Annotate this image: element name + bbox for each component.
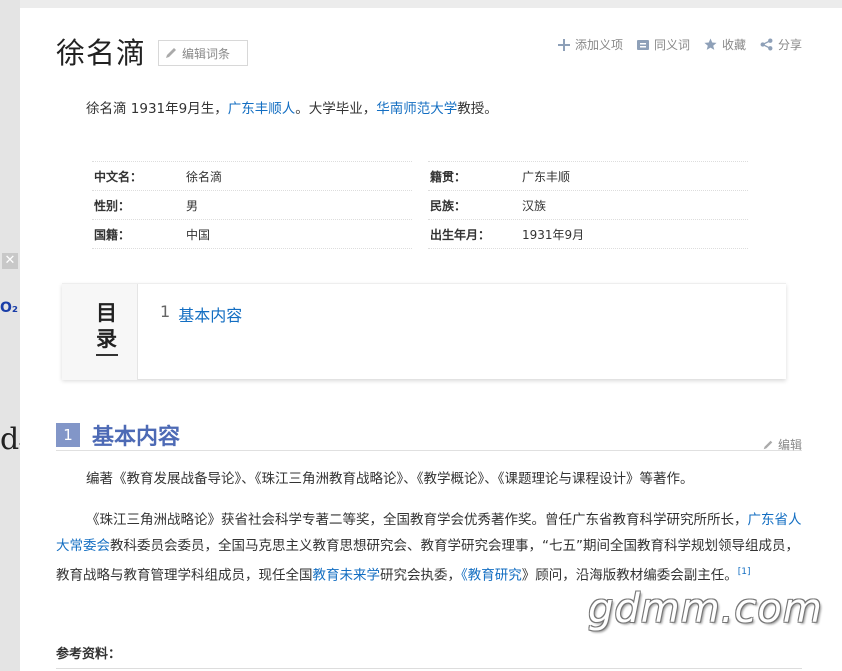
info-value: 徐名滴 bbox=[186, 169, 223, 184]
toc-item[interactable]: 1 基本内容 bbox=[160, 302, 242, 326]
info-name: 籍贯： bbox=[430, 169, 467, 184]
references-label: 参考资料： bbox=[56, 647, 122, 662]
references-divider bbox=[56, 668, 802, 669]
side-close-icon[interactable]: ✕ bbox=[2, 253, 18, 269]
info-row: 中文名： 徐名滴 bbox=[92, 162, 412, 191]
left-background bbox=[0, 0, 20, 671]
edit-entry-button[interactable]: 编辑词条 bbox=[158, 40, 249, 66]
section-number: 1 bbox=[56, 423, 80, 447]
section-edit-label: 编辑 bbox=[777, 438, 802, 452]
info-name: 中文名： bbox=[94, 169, 143, 184]
basic-info-left-column: 中文名： 徐名滴 性别： 男 国籍： 中国 bbox=[92, 161, 412, 249]
native-place-link[interactable]: 广东丰顺 bbox=[522, 168, 570, 185]
toc-head: 目 录 bbox=[62, 284, 138, 380]
info-row: 国籍： 中国 bbox=[92, 220, 412, 249]
title-row: 徐名滴 编辑词条 bbox=[56, 30, 249, 72]
info-row: 性别： 男 bbox=[92, 191, 412, 220]
section-edit-button[interactable]: 编辑 bbox=[762, 436, 802, 453]
plus-icon bbox=[557, 38, 570, 51]
edit-entry-label: 编辑词条 bbox=[182, 46, 231, 61]
toc-title-underline bbox=[96, 354, 118, 356]
share-icon bbox=[760, 38, 773, 51]
info-name: 民族： bbox=[430, 198, 467, 213]
collect-label: 收藏 bbox=[721, 38, 746, 52]
info-name: 国籍： bbox=[94, 227, 131, 242]
lead-text: 。大学毕业， bbox=[295, 101, 377, 117]
synonym-icon bbox=[636, 39, 649, 50]
star-icon bbox=[704, 38, 717, 50]
page-title: 徐名滴 bbox=[56, 36, 147, 70]
lead-text: 徐名滴 1931年9月生， bbox=[86, 101, 228, 117]
content-paragraph: 编著《教育发展战备导论》、《珠江三角洲教育战略论》、《教学概论》、《课题理论与课… bbox=[86, 471, 694, 487]
share-button[interactable]: 分享 bbox=[760, 36, 802, 53]
paragraph-text: 》顾问，沿海版教材编委会副主任。 bbox=[521, 567, 738, 584]
info-name: 出生年月： bbox=[430, 227, 491, 242]
reference-marker[interactable]: [1] bbox=[738, 567, 751, 577]
site-watermark: gdmm.com bbox=[588, 586, 823, 632]
journal-bracket-open[interactable]: 《 bbox=[461, 568, 468, 584]
basic-info-right-column: 籍贯： 广东丰顺 民族： 汉族 出生年月： 1931年9月 bbox=[428, 161, 748, 249]
top-actions: 添加义项 同义词 收藏 分享 bbox=[557, 36, 802, 53]
add-meaning-button[interactable]: 添加义项 bbox=[557, 36, 623, 53]
lead-summary: 徐名滴 1931年9月生，广东丰顺人。大学毕业，华南师范大学教授。 bbox=[86, 97, 498, 117]
info-value: 1931年9月 bbox=[522, 227, 585, 242]
entry-page: 徐名滴 编辑词条 添加义项 同义词 收藏 分享 徐名滴 1931年9月生，广东丰… bbox=[20, 8, 842, 671]
lead-text: 教授。 bbox=[457, 101, 498, 117]
share-label: 分享 bbox=[777, 38, 802, 52]
paragraph-text: 《珠江三角洲战略论》获省社会科学专著二等奖，全国教育学会优秀著作奖。曾任广东省教… bbox=[86, 512, 748, 528]
toc-title: 目 录 bbox=[96, 300, 120, 356]
toc-item-number: 1 bbox=[160, 302, 171, 321]
info-value: 中国 bbox=[186, 227, 211, 242]
content-paragraph: 《珠江三角洲战略论》获省社会科学专著二等奖，全国教育学会优秀著作奖。曾任广东省教… bbox=[56, 507, 802, 589]
hometown-link[interactable]: 广东丰顺人 bbox=[228, 101, 296, 117]
info-name: 性别： bbox=[94, 198, 131, 213]
info-row: 民族： 汉族 bbox=[428, 191, 748, 220]
futurology-link[interactable]: 教育未来学 bbox=[313, 568, 381, 584]
toc-item-link[interactable]: 基本内容 bbox=[178, 302, 242, 326]
side-ad-fragment: O₂ bbox=[0, 300, 19, 316]
toc-title-line: 录 bbox=[96, 327, 117, 351]
section-header: 1 基本内容 编辑 bbox=[56, 420, 802, 453]
pencil-icon bbox=[166, 48, 177, 58]
table-of-contents: 目 录 1 基本内容 bbox=[62, 283, 786, 380]
section-title: 基本内容 bbox=[92, 425, 181, 450]
info-row: 籍贯： 广东丰顺 bbox=[428, 162, 748, 191]
paragraph-text: 研究会执委， bbox=[380, 567, 461, 584]
synonym-button[interactable]: 同义词 bbox=[636, 36, 690, 53]
add-meaning-label: 添加义项 bbox=[574, 38, 623, 52]
synonym-label: 同义词 bbox=[653, 38, 690, 52]
info-row: 出生年月： 1931年9月 bbox=[428, 220, 748, 249]
toc-title-line: 目 bbox=[96, 301, 117, 325]
university-link[interactable]: 华南师范大学 bbox=[376, 101, 457, 117]
info-value: 汉族 bbox=[522, 198, 547, 213]
education-research-link[interactable]: 教育研究 bbox=[468, 568, 522, 584]
collect-button[interactable]: 收藏 bbox=[704, 36, 746, 53]
pencil-icon bbox=[763, 440, 773, 449]
info-value: 男 bbox=[186, 198, 199, 213]
